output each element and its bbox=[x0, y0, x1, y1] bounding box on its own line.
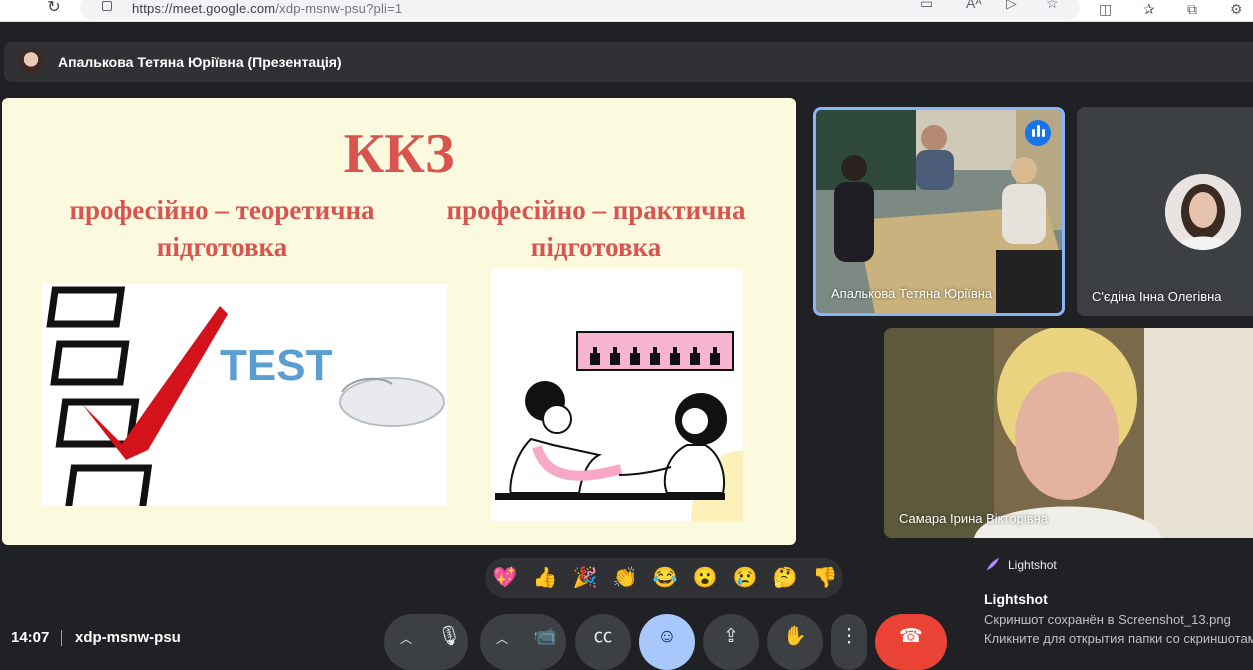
meeting-controls: 14:07 xdp-msnw-psu ︿ 🎙 ︿ 📹 ㏄ ☺ ⇪ ✋ ⋮ ☎ bbox=[0, 612, 1253, 670]
camera-icon[interactable]: ▭ bbox=[920, 0, 933, 11]
reaction-surprised[interactable]: 😮 bbox=[692, 566, 718, 590]
reload-icon[interactable]: ↻ bbox=[44, 0, 64, 18]
favorite-star-icon[interactable]: ☆ bbox=[1046, 0, 1059, 11]
address-url[interactable]: https://meet.google.com/xdp-msnw-psu?pli… bbox=[132, 1, 402, 16]
hand-icon: ✋ bbox=[783, 626, 807, 647]
participant-avatar bbox=[1165, 174, 1241, 250]
slide-title: ККЗ bbox=[343, 123, 455, 185]
present-button[interactable]: ⇪ bbox=[703, 614, 759, 670]
lock-icon[interactable] bbox=[102, 1, 112, 11]
reaction-clap[interactable]: 👏 bbox=[612, 566, 638, 590]
reaction-thinking[interactable]: 🤔 bbox=[772, 566, 798, 590]
reactions-button[interactable]: ☺ bbox=[639, 614, 695, 670]
notification-app-name: Lightshot bbox=[1008, 558, 1057, 572]
read-aloud-icon[interactable]: Aᴬ bbox=[966, 0, 982, 11]
left-heading-line1: професійно – теоретична bbox=[69, 195, 375, 225]
reaction-heart[interactable]: 💖 bbox=[492, 566, 518, 590]
presentation-slide: ККЗ професійно – теоретична підготовка п… bbox=[2, 98, 796, 545]
right-heading-line2: підготовка bbox=[530, 232, 662, 262]
participant-tile-3[interactable]: Самара Ірина Вікторівна bbox=[884, 328, 1253, 538]
address-bar[interactable]: https://meet.google.com/xdp-msnw-psu?pli… bbox=[80, 0, 1080, 20]
microphone-icon[interactable]: 🎙 bbox=[437, 626, 461, 648]
present-screen-icon: ⇪ bbox=[723, 626, 739, 647]
extension-icon[interactable]: ⚙ bbox=[1230, 1, 1243, 17]
manicure-illustration bbox=[491, 269, 743, 521]
participant-name: Апалькова Тетяна Юріївна bbox=[831, 286, 993, 301]
presenter-avatar bbox=[18, 49, 44, 75]
presenter-bar: Апалькова Тетяна Юріївна (Презентація) bbox=[4, 42, 1253, 82]
feather-icon bbox=[986, 558, 999, 572]
participant-name: Самара Ірина Вікторівна bbox=[899, 511, 1048, 526]
notification-heading: Lightshot bbox=[984, 591, 1048, 607]
reaction-laugh[interactable]: 😂 bbox=[652, 566, 678, 590]
participant-name: С'єдіна Інна Олегівна bbox=[1092, 289, 1222, 304]
reaction-party[interactable]: 🎉 bbox=[572, 566, 598, 590]
end-call-button[interactable]: ☎ bbox=[875, 614, 947, 670]
browser-toolbar: ↻ https://meet.google.com/xdp-msnw-psu?p… bbox=[0, 0, 1253, 22]
url-path: /xdp-msnw-psu?pli=1 bbox=[275, 1, 403, 16]
more-options-button[interactable]: ⋮ bbox=[831, 614, 867, 670]
meeting-code: xdp-msnw-psu bbox=[75, 629, 181, 646]
presenter-label: Апалькова Тетяна Юріївна (Презентація) bbox=[58, 54, 342, 70]
camera-control[interactable]: ︿ 📹 bbox=[480, 614, 566, 670]
left-heading-line2: підготовка bbox=[156, 232, 288, 262]
captions-button[interactable]: ㏄ bbox=[575, 614, 631, 670]
raise-hand-button[interactable]: ✋ bbox=[767, 614, 823, 670]
favorites-icon[interactable]: ✰ bbox=[1143, 1, 1155, 17]
video-camera-icon[interactable]: 📹 bbox=[533, 626, 557, 648]
divider bbox=[61, 630, 62, 646]
collections-icon[interactable]: ⧉ bbox=[1187, 1, 1197, 17]
more-vert-icon: ⋮ bbox=[839, 626, 859, 647]
reaction-thumbs-up[interactable]: 👍 bbox=[532, 566, 558, 590]
microphone-control[interactable]: ︿ 🎙 bbox=[384, 614, 468, 670]
checklist-test-illustration: TEST bbox=[42, 284, 447, 516]
meeting-time: 14:07 bbox=[11, 629, 50, 646]
right-heading-line1: професійно – практична bbox=[446, 195, 746, 225]
chevron-up-icon[interactable]: ︿ bbox=[400, 630, 412, 647]
participant-tile-2[interactable]: С'єдіна Інна Олегівна bbox=[1077, 107, 1253, 316]
test-word: TEST bbox=[220, 341, 333, 390]
reaction-thumbs-down[interactable]: 👎 bbox=[812, 566, 838, 590]
url-host: https://meet.google.com bbox=[132, 1, 276, 16]
reactions-bar: 💖 👍 🎉 👏 😂 😮 😢 🤔 👎 bbox=[485, 558, 843, 598]
speaking-indicator-icon bbox=[1025, 120, 1051, 146]
smiley-icon: ☺ bbox=[657, 626, 677, 647]
media-icon[interactable]: ▷ bbox=[1006, 0, 1017, 11]
split-screen-icon[interactable]: ◫ bbox=[1099, 1, 1112, 17]
reaction-sad[interactable]: 😢 bbox=[732, 566, 758, 590]
hang-up-icon: ☎ bbox=[899, 626, 923, 647]
closed-captions-icon: ㏄ bbox=[593, 626, 613, 647]
participant-tile-1[interactable]: Апалькова Тетяна Юріївна bbox=[813, 107, 1065, 316]
chevron-up-icon[interactable]: ︿ bbox=[496, 630, 508, 647]
